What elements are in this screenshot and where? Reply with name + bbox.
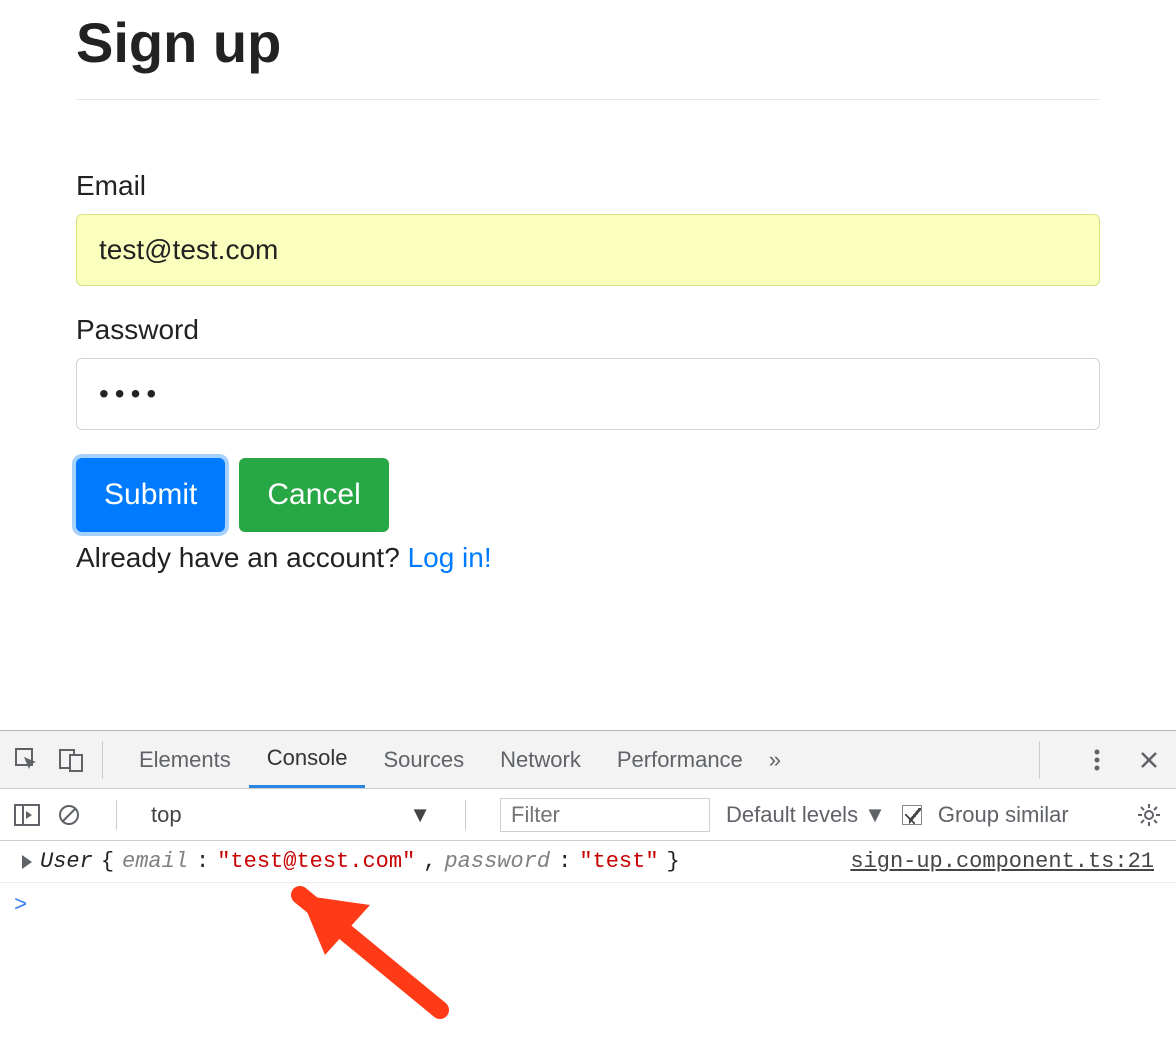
log-key-password: password (444, 849, 550, 874)
console-log-row[interactable]: User { email : "test@test.com" , passwor… (0, 841, 1176, 883)
log-levels-dropdown[interactable]: Default levels ▼ (726, 802, 886, 828)
close-devtools-icon[interactable] (1136, 747, 1162, 773)
page-title: Sign up (76, 10, 1100, 75)
console-toolbar: top ▼ Default levels ▼ Group similar (0, 789, 1176, 841)
submit-button[interactable]: Submit (76, 458, 225, 532)
email-input[interactable] (76, 214, 1100, 286)
log-colon: : (196, 849, 209, 874)
devtools-panel: Elements Console Sources Network Perform… (0, 730, 1176, 928)
tab-console[interactable]: Console (249, 731, 366, 788)
tab-sources[interactable]: Sources (365, 731, 482, 788)
already-have-account-text: Already have an account? (76, 542, 408, 573)
login-link[interactable]: Log in! (408, 542, 492, 573)
group-similar-checkbox[interactable] (902, 805, 922, 825)
log-comma: , (423, 849, 436, 874)
kebab-menu-icon[interactable] (1084, 747, 1110, 773)
device-toolbar-icon[interactable] (58, 747, 84, 773)
expand-triangle-icon[interactable] (22, 855, 32, 869)
log-class-name: User (40, 849, 93, 874)
log-val-password: "test" (579, 849, 658, 874)
clear-console-icon[interactable] (56, 802, 82, 828)
password-label: Password (76, 314, 1100, 346)
console-filter-input[interactable] (500, 798, 710, 832)
console-prompt[interactable]: > (0, 883, 1176, 928)
inspect-element-icon[interactable] (14, 747, 40, 773)
tabs-overflow-icon[interactable]: » (769, 747, 781, 773)
dropdown-caret-icon: ▼ (864, 802, 886, 828)
log-key-email: email (122, 849, 188, 874)
cancel-button[interactable]: Cancel (239, 458, 388, 532)
console-sidebar-toggle-icon[interactable] (14, 802, 40, 828)
email-label: Email (76, 170, 1100, 202)
log-colon: : (558, 849, 571, 874)
log-val-email: "test@test.com" (217, 849, 415, 874)
log-open-brace: { (101, 849, 114, 874)
devtools-tabbar: Elements Console Sources Network Perform… (0, 731, 1176, 789)
password-input[interactable] (76, 358, 1100, 430)
dropdown-caret-icon: ▼ (409, 802, 431, 828)
divider (76, 99, 1100, 100)
execution-context-selector[interactable]: top ▼ (151, 802, 431, 828)
log-source-link[interactable]: sign-up.component.ts:21 (850, 849, 1154, 874)
tab-elements[interactable]: Elements (121, 731, 249, 788)
console-settings-icon[interactable] (1136, 802, 1162, 828)
group-similar-label: Group similar (938, 802, 1069, 828)
log-close-brace: } (667, 849, 680, 874)
tab-network[interactable]: Network (482, 731, 599, 788)
log-levels-label: Default levels (726, 802, 858, 828)
execution-context-label: top (151, 802, 182, 828)
tab-performance[interactable]: Performance (599, 731, 761, 788)
